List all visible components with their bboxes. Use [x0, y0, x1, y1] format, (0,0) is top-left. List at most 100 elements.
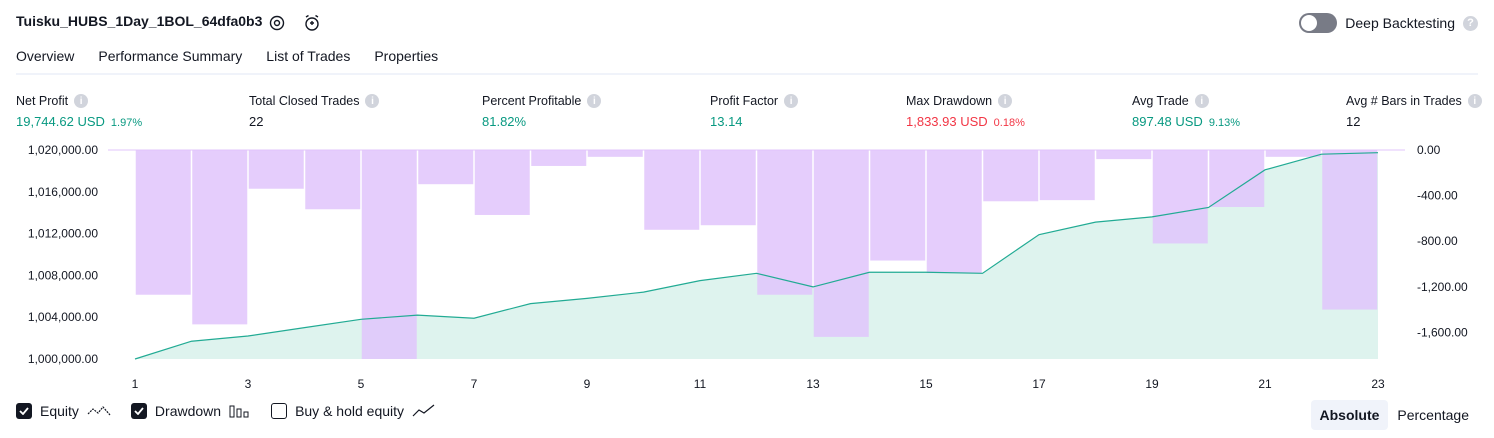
x-axis-tick: 17: [1032, 377, 1046, 388]
metric-label: Percent Profitable: [482, 94, 582, 108]
drawdown-bar: [1096, 150, 1152, 160]
metric-label: Total Closed Trades: [249, 94, 360, 108]
drawdown-bar: [983, 150, 1039, 202]
metric-percent-profitable: Percent Profitable i 81.82%: [482, 94, 602, 129]
buy-hold-checkbox[interactable]: [271, 403, 288, 419]
metric-label: Avg Trade: [1132, 94, 1189, 108]
x-axis-tick: 11: [694, 377, 707, 388]
tab-list-of-trades[interactable]: List of Trades: [266, 48, 350, 75]
tab-properties[interactable]: Properties: [374, 48, 438, 75]
info-icon[interactable]: i: [998, 94, 1013, 108]
info-icon[interactable]: i: [784, 94, 799, 108]
deep-backtesting-control: Deep Backtesting ?: [1299, 13, 1478, 33]
drawdown-bar: [418, 150, 474, 185]
drawdown-bar: [1322, 150, 1378, 310]
equity-drawdown-chart: 1,020,000.00 1,016,000.00 1,012,000.00 1,00…: [28, 143, 1468, 388]
metric-label: Profit Factor: [710, 94, 779, 108]
metric-label: Max Drawdown: [906, 94, 993, 108]
metric-percent: 9.13%: [1208, 117, 1241, 129]
buy-hold-line-icon: [412, 404, 435, 417]
drawdown-bar: [1152, 150, 1208, 244]
metric-net-profit: Net Profit i 19,744.62 USD 1.97%: [16, 94, 142, 129]
drawdown-bar: [1265, 150, 1321, 157]
view-mode-toggle: Absolute Percentage: [1310, 400, 1479, 430]
left-axis-tick: 1,016,000.00: [28, 185, 98, 199]
right-axis-tick: 0.00: [1417, 143, 1441, 157]
drawdown-bar: [926, 150, 982, 274]
x-axis-tick: 5: [358, 377, 365, 388]
drawdown-bar: [192, 150, 248, 325]
drawdown-bar: [305, 150, 361, 210]
tab-bar: Overview Performance Summary List of Tra…: [16, 48, 438, 75]
drawdown-checkbox[interactable]: [130, 403, 147, 419]
percentage-button[interactable]: Percentage: [1388, 400, 1478, 430]
x-axis-tick: 19: [1145, 377, 1159, 388]
legend-equity-label: Equity: [40, 403, 79, 419]
drawdown-bar: [870, 150, 926, 261]
left-axis-tick: 1,020,000.00: [28, 143, 98, 157]
legend-buy-hold[interactable]: Buy & hold equity: [271, 403, 436, 419]
left-axis-tick: 1,004,000.00: [28, 310, 98, 324]
info-icon[interactable]: i: [74, 94, 89, 108]
info-icon[interactable]: i: [1467, 94, 1482, 108]
alarm-add-icon[interactable]: [303, 14, 321, 32]
metric-value: 19,744.62 USD: [16, 114, 105, 129]
info-icon[interactable]: i: [1194, 94, 1209, 108]
legend-drawdown[interactable]: Drawdown: [130, 403, 251, 419]
metric-value: 13.14: [710, 114, 743, 129]
tab-performance-summary[interactable]: Performance Summary: [98, 48, 242, 75]
x-axis-tick: 13: [806, 377, 820, 388]
chart-legend: Equity Drawdown Buy & hold equity: [16, 403, 436, 419]
tab-overview[interactable]: Overview: [16, 48, 75, 75]
x-axis-tick: 21: [1258, 377, 1272, 388]
drawdown-bar: [361, 150, 417, 359]
metric-value: 897.48 USD: [1132, 114, 1203, 129]
legend-drawdown-label: Drawdown: [154, 403, 222, 419]
x-axis-tick: 3: [245, 377, 252, 388]
drawdown-bar: [135, 150, 191, 295]
deep-backtesting-label: Deep Backtesting: [1345, 15, 1455, 31]
drawdown-bar: [813, 150, 869, 337]
drawdown-bar: [248, 150, 304, 189]
settings-icon[interactable]: [268, 14, 286, 32]
metric-avg-trade: Avg Trade i 897.48 USD 9.13%: [1132, 94, 1240, 129]
drawdown-bar: [700, 150, 756, 226]
drawdown-bar: [1209, 150, 1265, 207]
metric-profit-factor: Profit Factor i 13.14: [710, 94, 799, 129]
drawdown-bar: [1039, 150, 1095, 201]
left-axis-tick: 1,012,000.00: [28, 227, 98, 241]
metric-value: 12: [1346, 114, 1361, 129]
help-icon[interactable]: ?: [1463, 15, 1478, 31]
equity-checkbox[interactable]: [16, 403, 32, 419]
metric-total-closed-trades: Total Closed Trades i 22: [249, 94, 380, 129]
info-icon[interactable]: i: [587, 94, 602, 108]
drawdown-bar: [757, 150, 813, 295]
strategy-title: Tuisku_HUBS_1Day_1BOL_64dfa0b3: [16, 13, 263, 29]
drawdown-bars-icon: [229, 405, 249, 418]
x-axis-tick: 23: [1371, 377, 1385, 388]
metric-value: 1,833.93 USD: [906, 114, 988, 129]
metric-max-drawdown: Max Drawdown i 1,833.93 USD 0.18%: [906, 94, 1025, 129]
x-axis-tick: 7: [471, 377, 478, 388]
equity-line-icon: [87, 406, 111, 416]
info-icon[interactable]: i: [365, 94, 380, 108]
metric-avg-bars-in-trades: Avg # Bars in Trades i 12: [1346, 94, 1482, 129]
metric-percent: 1.97%: [110, 117, 143, 129]
legend-equity[interactable]: Equity: [16, 403, 111, 419]
deep-backtesting-toggle[interactable]: [1299, 13, 1338, 33]
x-axis-tick: 9: [584, 377, 591, 388]
metric-label: Avg # Bars in Trades: [1346, 94, 1462, 108]
tab-divider: [16, 73, 1478, 75]
right-axis-tick: -800.00: [1417, 234, 1458, 248]
left-axis-tick: 1,000,000.00: [28, 352, 98, 366]
x-axis-tick: 1: [132, 377, 139, 388]
absolute-button[interactable]: Absolute: [1310, 400, 1389, 430]
drawdown-bar: [474, 150, 530, 215]
drawdown-bar: [531, 150, 587, 166]
left-axis-tick: 1,008,000.00: [28, 268, 98, 282]
metric-value: 22: [249, 114, 264, 129]
drawdown-bar: [644, 150, 700, 230]
metric-label: Net Profit: [16, 94, 69, 108]
x-axis-tick: 15: [919, 377, 933, 388]
drawdown-bar: [587, 150, 643, 157]
